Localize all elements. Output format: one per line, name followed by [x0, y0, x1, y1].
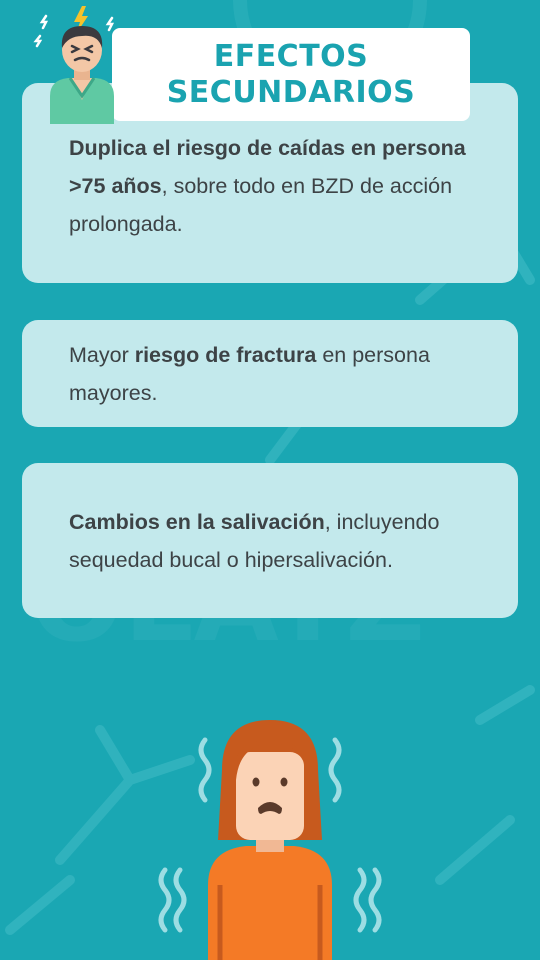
- card-text-bold: riesgo de fractura: [134, 342, 317, 367]
- sparkle-icon: [119, 89, 137, 107]
- trembling-woman-icon: [158, 720, 382, 960]
- card-text-bold: Cambios en la salivación: [69, 509, 325, 534]
- side-effect-card-salivation: Cambios en la salivación, incluyendo seq…: [22, 463, 518, 618]
- title-line-1: EFECTOS: [213, 38, 369, 74]
- title-box: EFECTOS SECUNDARIOS: [112, 28, 470, 121]
- card-text: Duplica el riesgo de caídas en persona >…: [69, 129, 478, 243]
- card-text: Mayor riesgo de fractura en persona mayo…: [69, 336, 478, 412]
- card-text: Cambios en la salivación, incluyendo seq…: [69, 503, 478, 579]
- title-line-2: SECUNDARIOS: [166, 74, 416, 110]
- card-text-regular: Mayor: [69, 342, 135, 367]
- stressed-man-icon: [33, 6, 127, 124]
- side-effect-card-fracture: Mayor riesgo de fractura en persona mayo…: [22, 320, 518, 427]
